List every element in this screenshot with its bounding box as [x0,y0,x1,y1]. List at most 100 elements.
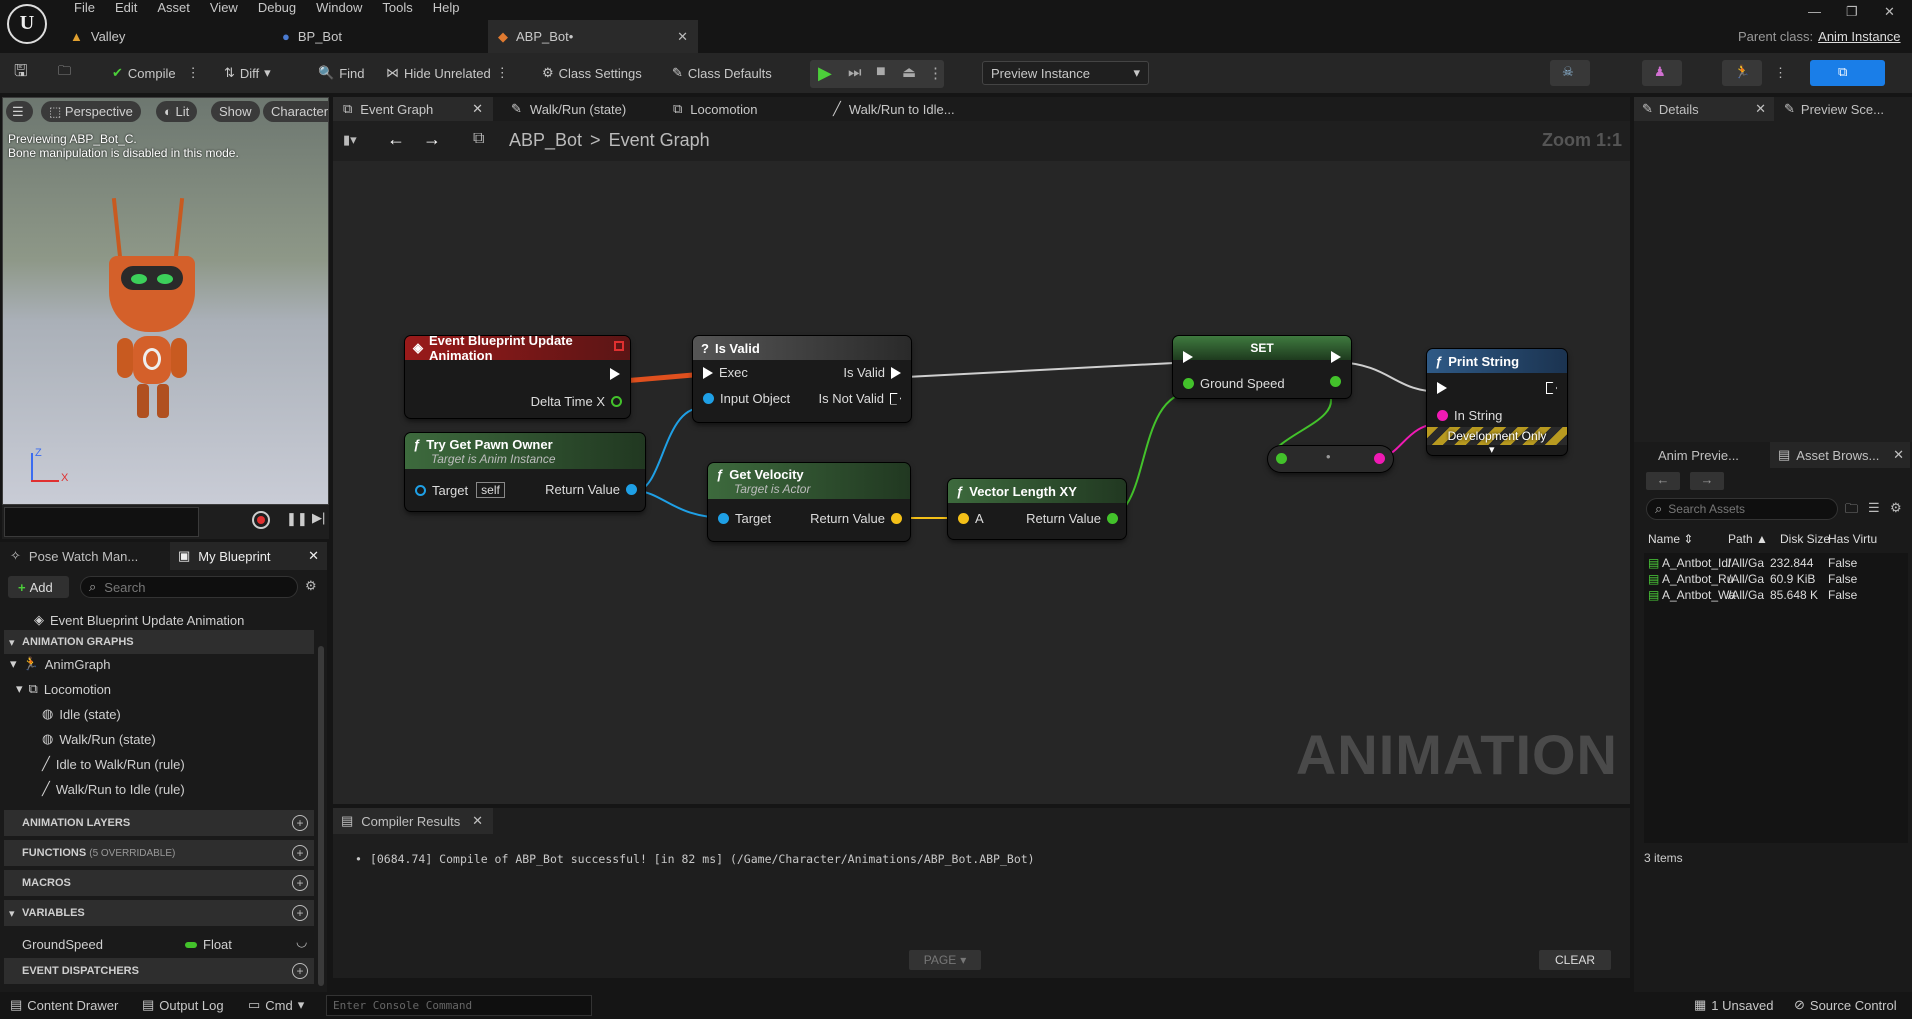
pin-exec-in[interactable] [1183,351,1193,363]
skeleton-mode-button[interactable]: ☠ [1550,60,1590,86]
menu-tools[interactable]: Tools [372,0,422,16]
more-icon[interactable]: ⋮ [187,65,200,81]
doc-tab-valley[interactable]: ▲ Valley [70,20,240,53]
step-icon[interactable]: ⏭ [848,64,862,81]
pin-target[interactable]: Target self [415,482,505,498]
tab-preview-scene[interactable]: ✎ Preview Sce... [1776,97,1912,121]
node-vector-length-xy[interactable]: ƒ Vector Length XY A Return Value [948,479,1126,539]
page-dropdown[interactable]: PAGE ▾ [909,950,981,970]
viewport-menu-button[interactable]: ☰ [6,101,33,122]
tab-walkrun-state[interactable]: ✎ Walk/Run (state) [501,97,651,121]
category-event-dispatchers[interactable]: EVENT DISPATCHERS + [4,958,314,984]
close-icon[interactable]: ✕ [1755,101,1766,117]
more-icon[interactable]: ⋮ [1774,65,1787,81]
pin-ground-speed-out[interactable] [1330,376,1341,387]
pin-in-string[interactable]: In String [1437,408,1502,423]
close-window-icon[interactable]: ✕ [1884,4,1895,20]
clear-button[interactable]: CLEAR [1539,950,1611,970]
next-frame-icon[interactable]: ▶| [312,510,325,526]
table-row[interactable]: ▤ A_Antbot_Ru /All/Ga 60.9 KiB False [1644,572,1908,588]
pin-return-value[interactable]: Return Value [1026,511,1118,526]
add-icon[interactable]: + [292,963,308,979]
close-icon[interactable]: ✕ [308,548,319,564]
menu-view[interactable]: View [200,0,248,16]
tree-item-idle-to-walk-rule[interactable]: ╱ Idle to Walk/Run (rule) [42,756,185,772]
menu-asset[interactable]: Asset [147,0,200,16]
scrollbar[interactable] [318,646,324,986]
source-control-button[interactable]: ⊘ Source Control [1794,997,1897,1013]
pin-target[interactable]: Target [718,511,771,526]
pin-return-value[interactable]: Return Value [545,482,637,497]
play-icon[interactable]: ▶ [818,63,832,84]
pin-conversion-out[interactable] [1374,453,1385,464]
category-animation-graphs[interactable]: ▾ ANIMATION GRAPHS [4,630,314,654]
hide-unrelated-button[interactable]: ⋈ Hide Unrelated ⋮ [386,62,509,84]
gear-icon[interactable]: ⚙ [1890,500,1902,516]
variable-type[interactable]: Float [185,937,232,952]
blueprint-mode-button[interactable]: ⧉ [1810,60,1885,86]
add-icon[interactable]: + [292,815,308,831]
restore-icon[interactable]: ❐ [1846,4,1858,20]
column-has-virtual[interactable]: Has Virtu [1828,532,1877,546]
node-event-update-animation[interactable]: ◈ Event Blueprint Update Animation Delta… [405,333,630,418]
tree-item-walkrun-state[interactable]: ◍ Walk/Run (state) [42,731,156,747]
more-icon[interactable]: ⋮ [496,65,509,81]
expand-chevron-icon[interactable]: ▾ [1489,443,1495,456]
gear-icon[interactable]: ⚙ [305,578,317,594]
table-row[interactable]: ▤ A_Antbot_Idl /All/Ga 232.844 False [1644,556,1908,572]
close-icon[interactable]: ✕ [472,101,483,117]
pin-return-value[interactable]: Return Value [810,511,902,526]
category-animation-layers[interactable]: ANIMATION LAYERS + [4,810,314,836]
close-icon[interactable]: ✕ [677,29,688,45]
class-settings-button[interactable]: ⚙ Class Settings [542,62,642,84]
table-row[interactable]: ▤ A_Antbot_Wa /All/Ga 85.648 K False [1644,588,1908,604]
lit-button[interactable]: ◐ Lit [156,101,198,122]
exec-out-pin[interactable] [610,368,620,380]
category-variables[interactable]: ▾ VARIABLES + [4,900,314,926]
search-input[interactable]: ⌕ Search [80,576,298,598]
menu-edit[interactable]: Edit [105,0,147,16]
preview-viewport[interactable]: ☰ ⬚ Perspective ◐ Lit Show Character Pre… [2,97,329,505]
menu-help[interactable]: Help [423,0,470,16]
stop-icon[interactable]: ■ [876,63,886,81]
doc-tab-bp-bot[interactable]: ● BP_Bot [282,20,482,53]
diff-button[interactable]: ⇅ Diff ▾ [224,62,271,84]
show-button[interactable]: Show [211,101,260,122]
console-command-input[interactable]: Enter Console Command [326,995,592,1016]
variable-groundspeed[interactable]: GroundSpeed [22,937,103,952]
close-icon[interactable]: ✕ [472,813,483,829]
forward-arrow-icon[interactable]: → [1690,472,1724,490]
category-macros[interactable]: MACROS + [4,870,314,896]
column-name[interactable]: Name ⇕ [1648,532,1693,546]
back-arrow-icon[interactable]: ← [1646,472,1680,490]
parent-class-link[interactable]: Anim Instance [1818,29,1900,44]
menu-file[interactable]: File [64,0,105,16]
tree-item-walk-to-idle-rule[interactable]: ╱ Walk/Run to Idle (rule) [42,781,185,797]
perspective-button[interactable]: ⬚ Perspective [41,101,141,122]
node-is-valid[interactable]: ? Is Valid Exec Input Object Is Valid Is… [693,336,911,422]
pin-exec-out[interactable] [1546,382,1557,394]
tab-asset-browser[interactable]: ▤ Asset Brows... ✕ [1770,442,1910,468]
menu-debug[interactable]: Debug [248,0,306,16]
column-path[interactable]: Path ▲ [1728,532,1768,546]
output-log-button[interactable]: ▤ Output Log [142,997,224,1013]
pin-input-object[interactable]: Input Object [703,391,790,406]
tab-details[interactable]: ✎ Details ✕ [1634,97,1774,121]
pin-a[interactable]: A [958,511,984,526]
compile-button[interactable]: ✔ Compile ⋮ [112,62,200,84]
node-set-ground-speed[interactable]: SET Ground Speed [1173,336,1351,398]
pin-exec-in[interactable] [1437,382,1447,394]
save-button[interactable]: 🖫 [14,62,28,84]
node-float-to-string[interactable]: • [1268,446,1393,472]
doc-tab-abp-bot[interactable]: ◆ ABP_Bot• ✕ [488,20,698,53]
node-try-get-pawn-owner[interactable]: ƒ Try Get Pawn Owner Target is Anim Insta… [405,433,645,511]
pin-is-valid[interactable]: Is Valid [843,365,901,380]
unsaved-button[interactable]: ▦ 1 Unsaved [1694,997,1773,1013]
add-icon[interactable]: + [292,845,308,861]
pin-is-not-valid[interactable]: Is Not Valid [818,391,901,406]
browse-button[interactable]: 🗀 [58,62,71,84]
cmd-dropdown[interactable]: ▭ Cmd ▾ [248,997,304,1013]
pin-conversion-in[interactable] [1276,453,1287,464]
close-icon[interactable]: ✕ [1893,447,1904,463]
add-button[interactable]: + Add [8,576,69,598]
